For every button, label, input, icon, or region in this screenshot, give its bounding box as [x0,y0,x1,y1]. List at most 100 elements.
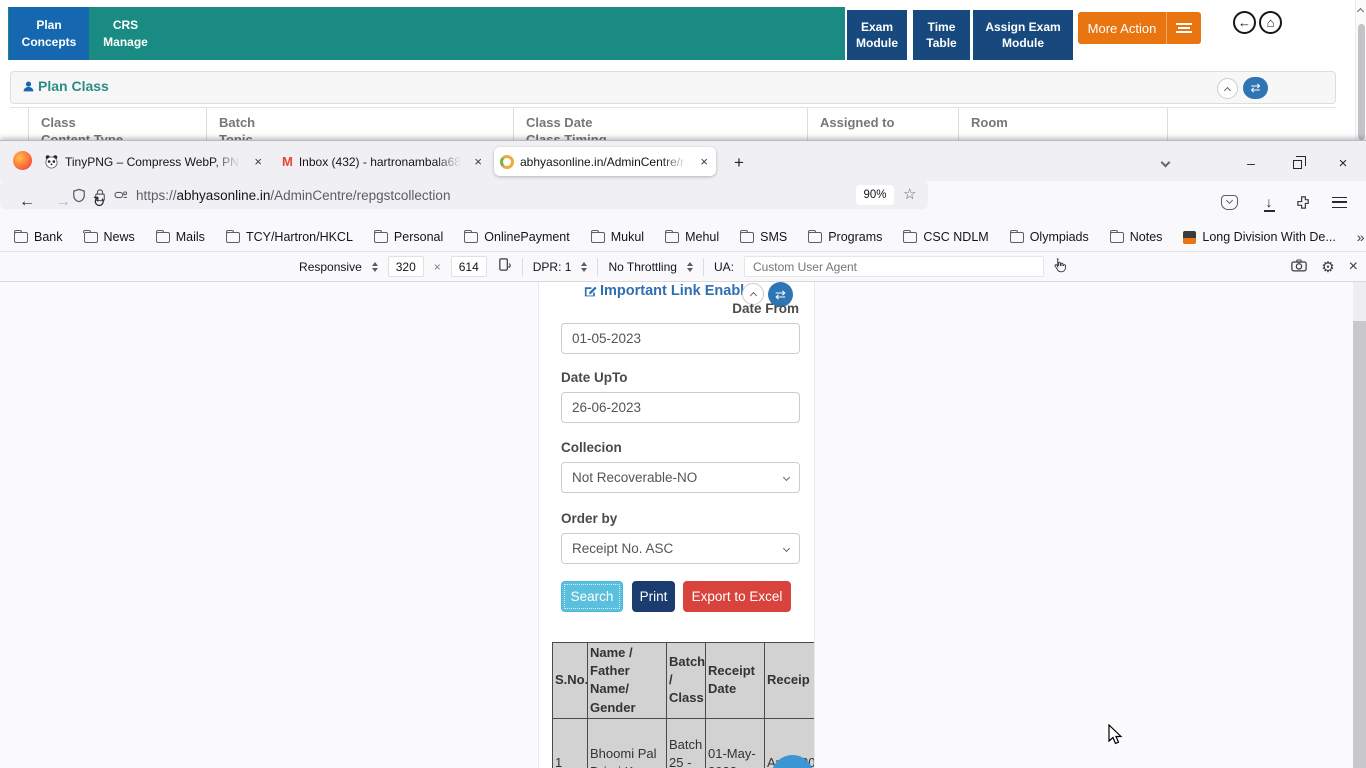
important-link-enable[interactable]: Important Link Enable [583,283,752,299]
mouse-cursor [1108,724,1123,746]
rdm-height-input[interactable]: 614 [451,256,487,277]
scroll-up-icon[interactable] [1357,8,1364,15]
export-to-excel-button[interactable]: Export to Excel [683,581,791,612]
collection-select[interactable]: Not Recoverable-NO [561,462,800,493]
date-from-input[interactable] [561,323,800,354]
updown-icon [372,262,378,272]
bookmark-folder-sms[interactable]: SMS [740,230,787,244]
bookmark-folder-news[interactable]: News [84,230,135,244]
new-tab-button[interactable]: + [726,152,752,174]
restore-icon [1293,160,1302,169]
bookmark-folder-tcy[interactable]: TCY/Hartron/HKCL [226,230,353,244]
nav-exam-module[interactable]: Exam Module [847,10,907,60]
tab-close-icon[interactable]: × [252,154,264,169]
tab-close-icon[interactable]: × [698,154,710,169]
nav-crs-manage[interactable]: CRS Manage [89,7,162,60]
forward-button[interactable]: → [50,189,76,215]
date-from-label: Date From [732,301,799,316]
firefox-view-icon[interactable] [13,151,32,170]
cell-sno: 1 [553,718,588,768]
search-button[interactable]: Search [561,581,623,612]
rdm-ua-input[interactable]: Custom User Agent [744,256,1044,277]
reload-button[interactable]: ↻ [86,189,112,215]
rdm-screenshot-button[interactable] [1291,259,1307,275]
rdm-throttling-selector[interactable]: No Throttling [608,260,692,274]
rdm-scrollbar-thumb[interactable] [1353,321,1366,768]
downloads-button[interactable]: ↓ [1256,189,1282,215]
bookmark-star-icon[interactable]: ☆ [903,185,916,203]
app-home-button[interactable]: ⌂ [1259,11,1282,34]
folder-icon [591,232,605,243]
bookmark-folder-mukul[interactable]: Mukul [591,230,644,244]
list-all-tabs-button[interactable] [1152,152,1178,174]
rdm-settings-button[interactable]: ⚙ [1321,258,1334,276]
back-button[interactable]: ← [14,189,40,215]
rdm-close-button[interactable]: × [1349,258,1358,276]
panda-icon [44,154,59,169]
nav-assign-exam-module[interactable]: Assign Exam Module [973,10,1073,60]
rdm-device-selector[interactable]: Responsive [299,260,378,274]
table-row: 1 Bhoomi Pal Driraj Kumar Batch 25 - 11 … [553,718,816,768]
orderby-select[interactable]: Receipt No. ASC [561,533,800,564]
folder-icon [226,232,240,243]
date-upto-label: Date UpTo [561,370,628,385]
rdm-width-input[interactable]: 320 [388,256,424,277]
cell-name: Bhoomi Pal Driraj Kumar [588,718,667,768]
rdm-scrollbar[interactable] [1353,282,1366,768]
app-back-button[interactable]: ← [1233,11,1256,34]
bookmark-folder-mails[interactable]: Mails [156,230,205,244]
bookmark-folder-bank[interactable]: Bank [14,230,63,244]
zoom-level-badge[interactable]: 90% [856,185,894,205]
more-action-button[interactable]: More Action [1078,12,1201,44]
print-button[interactable]: Print [632,581,675,612]
swap-arrows-icon: ⇄ [1250,81,1260,95]
page-scrollbar[interactable] [1355,0,1366,140]
camera-icon [1291,259,1307,272]
rdm-touch-button[interactable] [1054,258,1067,276]
cell-receipt-date: 01-May-2023 [706,718,765,768]
window-close-button[interactable]: × [1330,152,1356,174]
bookmark-folder-programs[interactable]: Programs [808,230,882,244]
tab-gmail-inbox[interactable]: M Inbox (432) - hartronambala680 × [276,147,490,176]
mobile-viewport: Important Link Enable ⇄ Date From Date U… [538,282,815,768]
permissions-icon[interactable] [114,189,128,201]
folder-icon [903,232,917,243]
bookmark-folder-mehul[interactable]: Mehul [665,230,719,244]
date-upto-input[interactable] [561,392,800,423]
bookmark-folder-onlinepayment[interactable]: OnlinePayment [464,230,569,244]
table-header-row: S.No. Name / Father Name/ Gender Batch /… [553,643,816,719]
page-scrollbar-thumb[interactable] [1358,24,1365,140]
navigation-bar: ← → ↻ https://abhyasonline.in/AdminCentr… [0,181,1366,223]
bookmark-folder-notes[interactable]: Notes [1110,230,1163,244]
bookmark-long-division[interactable]: Long Division With De... [1183,230,1335,244]
chevron-down-icon [783,474,790,481]
gmail-icon: M [282,154,293,169]
chevron-up-icon [1224,86,1231,93]
panel-swap-button[interactable]: ⇄ [1243,77,1268,99]
tab-abhyasonline-active[interactable]: abhyasonline.in/AdminCentre/r × [494,147,716,176]
rdm-dpr-selector[interactable]: DPR: 1 [533,260,588,274]
rdm-rotate-button[interactable] [497,257,512,276]
window-minimize-button[interactable]: – [1238,152,1264,174]
nav-time-table[interactable]: Time Table [913,10,970,60]
bookmark-folder-olympiads[interactable]: Olympiads [1010,230,1089,244]
receipts-table: S.No. Name / Father Name/ Gender Batch /… [552,642,815,768]
pocket-button[interactable] [1216,189,1242,215]
app-menu-button[interactable] [1326,189,1352,215]
nav-plan-concepts[interactable]: Plan Concepts [9,7,89,60]
plan-class-title: Plan Class [22,78,109,94]
bookmark-folder-personal[interactable]: Personal [374,230,443,244]
updown-icon [581,262,587,272]
tab-tinypng[interactable]: TinyPNG – Compress WebP, PN × [38,147,270,176]
person-icon [22,80,35,93]
bookmark-folder-csc-ndlm[interactable]: CSC NDLM [903,230,988,244]
tab-close-icon[interactable]: × [472,154,484,169]
url-bar[interactable]: https://abhyasonline.in/AdminCentre/repg… [0,181,928,209]
bookmarks-overflow-button[interactable]: » [1357,229,1365,245]
extensions-button[interactable] [1290,189,1316,215]
window-restore-button[interactable] [1284,152,1310,174]
rdm-content-area: Important Link Enable ⇄ Date From Date U… [0,282,1366,768]
panel-collapse-button[interactable] [1217,78,1238,99]
home-icon: ⌂ [1267,15,1275,30]
puzzle-icon [1296,195,1311,210]
